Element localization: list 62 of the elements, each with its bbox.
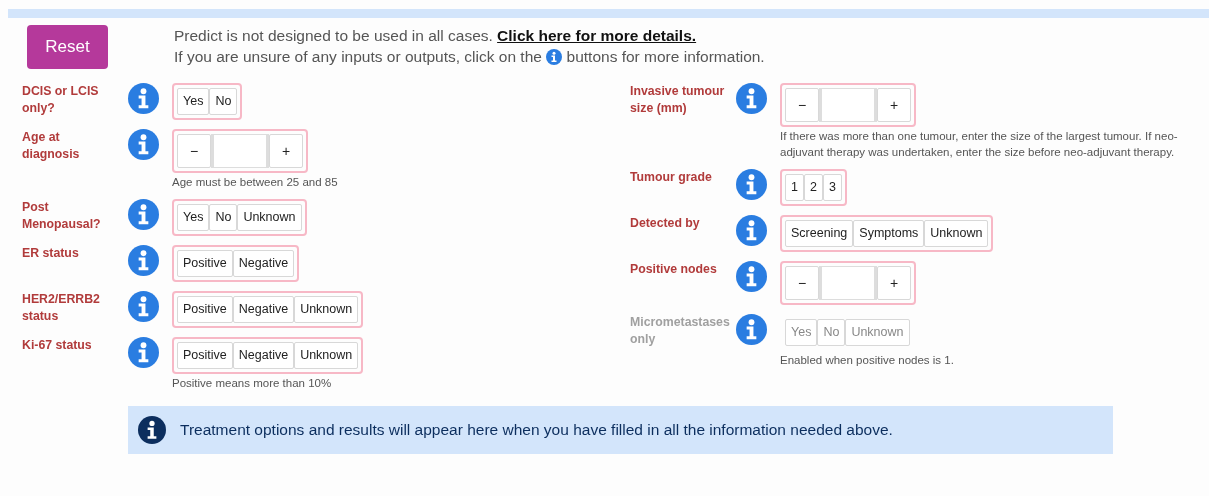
info-button[interactable] [128, 245, 159, 276]
field-label: Ki-67 status [22, 337, 93, 354]
help-text: If there was more than one tumour, enter the size of the largest tumour. If neo-adjuvant therapy was undertaken, enter the size before neo-adjuvant therapy. [780, 129, 1179, 160]
decrement-button[interactable]: − [177, 134, 211, 168]
info-button[interactable] [736, 314, 767, 345]
field-label: HER2/ERRB2 status [22, 291, 101, 325]
info-button[interactable] [736, 83, 767, 114]
info-icon [138, 416, 166, 444]
option-button[interactable]: Positive [177, 250, 233, 277]
alert-text: Treatment options and results will appear here when you have filled in all the information needed above. [180, 420, 893, 441]
info-button[interactable] [128, 83, 159, 114]
option-button[interactable]: 2 [803, 174, 823, 201]
option-button[interactable]: 1 [785, 174, 804, 201]
option-button[interactable]: Unknown [924, 220, 989, 247]
option-button[interactable]: Negative [232, 342, 295, 369]
disclaimer-text: Predict is not designed to be used in all cases. Click here for more details. [174, 26, 698, 46]
field-label: Age at diagnosis [22, 129, 81, 163]
field-label: Detected by [630, 215, 701, 232]
increment-button[interactable]: + [877, 88, 911, 122]
help-text: Positive means more than 10% [172, 376, 333, 391]
option-button[interactable]: Negative [232, 296, 295, 323]
details-link[interactable]: Click here for more details. [497, 27, 697, 44]
info-button[interactable] [128, 129, 159, 160]
decrement-button[interactable]: − [785, 88, 819, 122]
info-button[interactable] [128, 291, 159, 322]
reset-button[interactable]: Reset [27, 25, 108, 69]
field-label: Positive nodes [630, 261, 718, 278]
option-button[interactable]: 3 [822, 174, 842, 201]
info-button[interactable] [736, 169, 767, 200]
decrement-button[interactable]: − [785, 266, 819, 300]
option-button[interactable]: Screening [785, 220, 854, 247]
info-button[interactable] [736, 261, 767, 292]
field-label: Invasive tumour size (mm) [630, 83, 726, 117]
option-button[interactable]: Positive [177, 342, 233, 369]
field-label: ER status [22, 245, 80, 262]
help-text: Enabled when positive nodes is 1. [780, 353, 954, 368]
number-field[interactable] [211, 134, 269, 168]
option-button[interactable]: Unknown [237, 204, 302, 231]
option-button[interactable]: No [209, 88, 238, 115]
increment-button[interactable]: + [269, 134, 303, 168]
option-button[interactable]: Unknown [294, 296, 359, 323]
option-button[interactable]: Symptoms [853, 220, 925, 247]
increment-button[interactable]: + [877, 266, 911, 300]
help-text: Age must be between 25 and 85 [172, 175, 338, 190]
option-button[interactable]: No [209, 204, 238, 231]
field-label: DCIS or LCIS only? [22, 83, 100, 117]
info-button[interactable] [736, 215, 767, 246]
field-label: Micrometastases only [630, 314, 731, 348]
option-button[interactable]: Unknown [294, 342, 359, 369]
instruction-text: If you are unsure of any inputs or outputs, click on the [174, 48, 542, 65]
number-field[interactable] [819, 266, 877, 300]
option-button[interactable]: Yes [177, 204, 210, 231]
info-button[interactable] [128, 337, 159, 368]
info-button[interactable] [128, 199, 159, 230]
number-field[interactable] [819, 88, 877, 122]
field-label: Post Menopausal? [22, 199, 102, 233]
info-icon [546, 49, 563, 65]
field-label: Tumour grade [630, 169, 713, 186]
option-button[interactable]: Positive [177, 296, 233, 323]
instruction-text: buttons for more information. [566, 48, 765, 65]
option-button[interactable]: Negative [232, 250, 295, 277]
option-button[interactable]: Yes [177, 88, 210, 115]
